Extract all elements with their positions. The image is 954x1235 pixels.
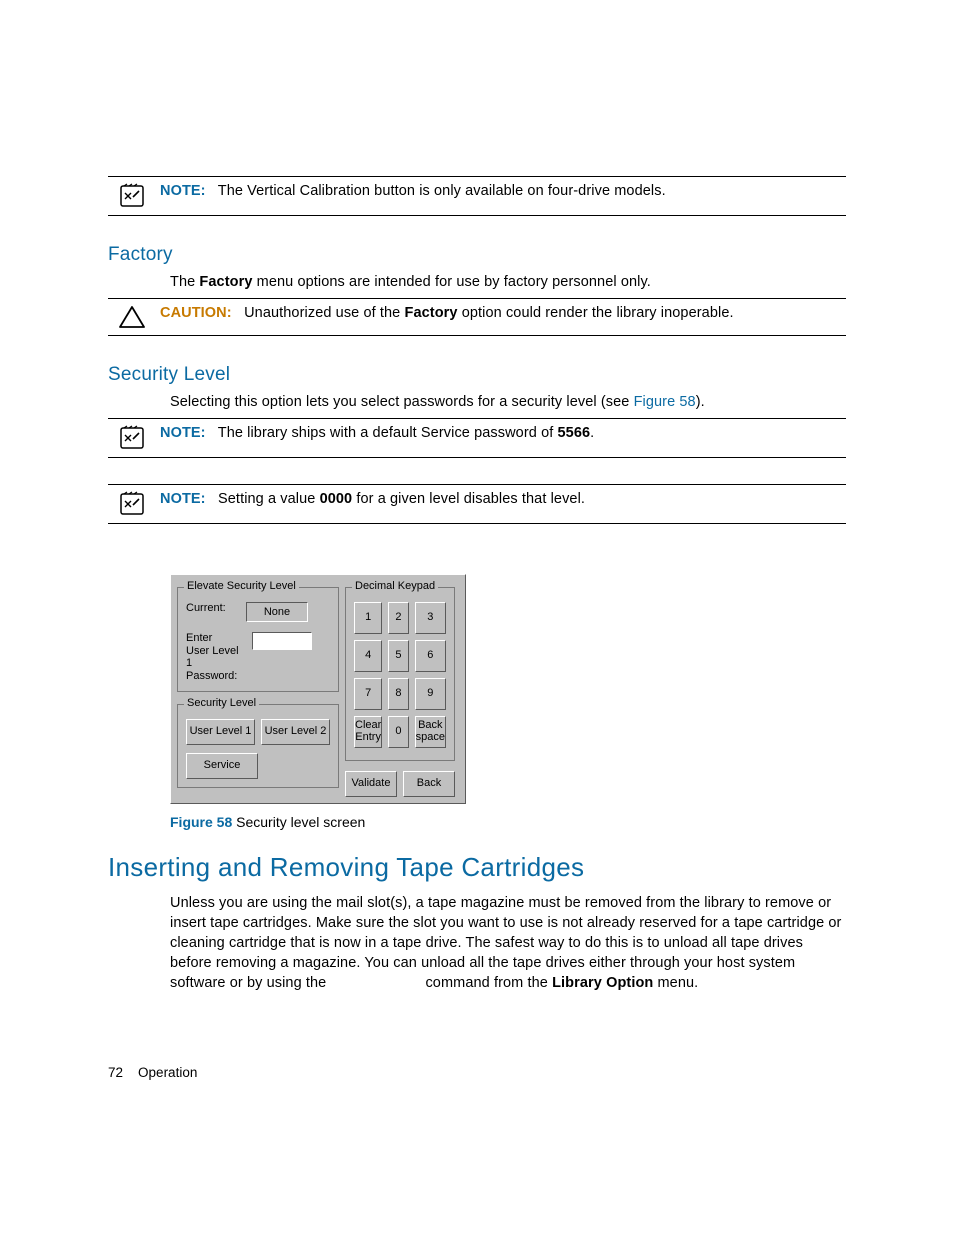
manual-page: NOTE: The Vertical Calibration button is…: [0, 0, 954, 1235]
password-label: Enter User Level 1 Password:: [186, 632, 246, 683]
heading-factory: Factory: [108, 244, 846, 266]
group-security-level: Security Level User Level 1 User Level 2…: [177, 704, 339, 788]
heading-cartridges: Inserting and Removing Tape Cartridges: [108, 852, 846, 883]
service-button[interactable]: Service: [186, 753, 258, 779]
note-label: NOTE:: [160, 491, 206, 507]
page-footer: 72 Operation: [108, 1065, 197, 1080]
back-button[interactable]: Back: [403, 771, 455, 797]
group-title: Security Level: [184, 697, 259, 709]
paragraph-factory: The Factory menu options are intended fo…: [170, 272, 846, 292]
security-level-screen: Elevate Security Level Current: None Ent…: [170, 574, 466, 804]
keypad-grid: 1 2 3 4 5 6 7 8 9 Clear Entry 0 Back spa…: [354, 602, 446, 752]
divider: [108, 335, 846, 336]
note-icon: [118, 183, 146, 209]
section-name: Operation: [138, 1065, 197, 1080]
figure-caption: Figure 58 Security level screen: [170, 814, 846, 830]
note-callout: NOTE: The library ships with a default S…: [108, 418, 846, 458]
key-backspace[interactable]: Back space: [415, 716, 446, 748]
note-icon: [118, 491, 146, 517]
key-3[interactable]: 3: [415, 602, 446, 634]
key-9[interactable]: 9: [415, 678, 446, 710]
caution-icon: [118, 305, 146, 329]
user-level-2-button[interactable]: User Level 2: [261, 719, 330, 745]
key-2[interactable]: 2: [388, 602, 408, 634]
note-callout: NOTE: The Vertical Calibration button is…: [108, 176, 846, 216]
key-5[interactable]: 5: [388, 640, 408, 672]
key-4[interactable]: 4: [354, 640, 382, 672]
key-7[interactable]: 7: [354, 678, 382, 710]
divider: [108, 457, 846, 458]
key-clear-entry[interactable]: Clear Entry: [354, 716, 382, 748]
page-number: 72: [108, 1065, 123, 1080]
note-text: NOTE: The library ships with a default S…: [160, 425, 594, 441]
note-label: NOTE:: [160, 183, 206, 199]
group-title: Elevate Security Level: [184, 580, 299, 592]
group-title: Decimal Keypad: [352, 580, 438, 592]
note-callout: NOTE: Setting a value 0000 for a given l…: [108, 484, 846, 524]
divider: [108, 215, 846, 216]
note-icon: [118, 425, 146, 451]
password-input[interactable]: [252, 632, 312, 650]
key-8[interactable]: 8: [388, 678, 408, 710]
group-elevate-security: Elevate Security Level Current: None Ent…: [177, 587, 339, 692]
paragraph-cartridges: Unless you are using the mail slot(s), a…: [170, 893, 846, 993]
current-label: Current:: [186, 602, 240, 615]
note-text: NOTE: Setting a value 0000 for a given l…: [160, 491, 585, 507]
caution-callout: CAUTION: Unauthorized use of the Factory…: [108, 298, 846, 336]
caution-label: CAUTION:: [160, 305, 232, 321]
note-body: The Vertical Calibration button is only …: [218, 183, 666, 199]
validate-button[interactable]: Validate: [345, 771, 397, 797]
heading-security: Security Level: [108, 364, 846, 386]
paragraph-security: Selecting this option lets you select pa…: [170, 392, 846, 412]
key-6[interactable]: 6: [415, 640, 446, 672]
note-text: NOTE: The Vertical Calibration button is…: [160, 183, 666, 199]
figure-label: Figure 58: [170, 814, 232, 830]
group-decimal-keypad: Decimal Keypad 1 2 3 4 5 6 7 8 9 Clear E…: [345, 587, 455, 761]
caution-text: CAUTION: Unauthorized use of the Factory…: [160, 305, 734, 321]
figure-link[interactable]: Figure 58: [634, 394, 696, 410]
user-level-1-button[interactable]: User Level 1: [186, 719, 255, 745]
divider: [108, 523, 846, 524]
key-1[interactable]: 1: [354, 602, 382, 634]
current-value: None: [246, 602, 308, 622]
key-0[interactable]: 0: [388, 716, 408, 748]
note-label: NOTE:: [160, 425, 206, 441]
